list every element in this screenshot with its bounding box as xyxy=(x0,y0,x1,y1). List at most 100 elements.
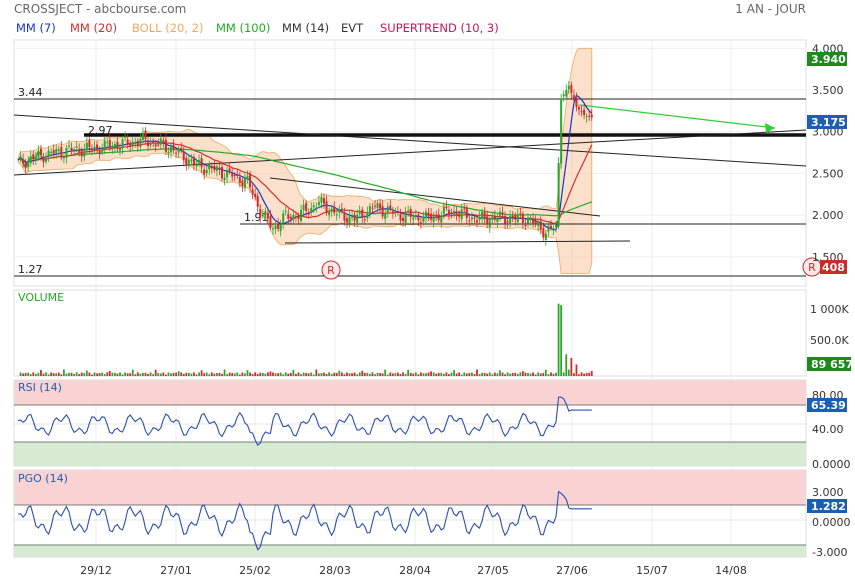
candle-body xyxy=(22,158,25,164)
volume-bar xyxy=(139,373,142,376)
price-tick-label: 2.000 xyxy=(812,209,844,222)
rsi-overbought-zone xyxy=(14,380,806,405)
legend-mm20[interactable]: MM (20) xyxy=(70,21,117,35)
candle-body xyxy=(55,149,58,154)
candle-body xyxy=(152,141,155,143)
candle-body xyxy=(180,147,183,150)
candle-body xyxy=(386,206,389,213)
volume-bar xyxy=(292,369,295,376)
volume-bar xyxy=(488,372,491,376)
volume-bar xyxy=(588,372,591,376)
candle-body xyxy=(549,225,552,228)
volume-bar xyxy=(506,372,509,376)
candle-body xyxy=(279,224,282,232)
volume-bar xyxy=(63,369,65,376)
bollinger-band xyxy=(17,47,593,274)
volume-bar xyxy=(129,373,132,376)
r-marker-1[interactable]: R xyxy=(321,260,341,280)
volume-bar xyxy=(430,371,432,376)
volume-bar xyxy=(37,372,40,376)
candle-body xyxy=(277,223,280,229)
candle-body xyxy=(37,151,40,158)
candle-body xyxy=(340,208,343,211)
volume-bar xyxy=(274,373,277,376)
candle-body xyxy=(389,205,392,209)
candle-body xyxy=(254,193,257,198)
volume-bar xyxy=(19,372,22,376)
volume-bar xyxy=(114,372,116,376)
volume-bar xyxy=(134,374,137,376)
volume-bar xyxy=(460,374,463,376)
volume-bar xyxy=(493,372,496,376)
candle-body xyxy=(320,197,323,203)
projection-line[interactable] xyxy=(579,104,776,129)
volume-bar xyxy=(448,374,450,376)
volume-bar xyxy=(544,369,547,376)
volume-bar xyxy=(499,370,501,376)
volume-bar xyxy=(256,373,259,376)
candle-body xyxy=(175,152,178,154)
x-tick-label: 29/12 xyxy=(80,564,112,577)
candle-body xyxy=(442,206,445,214)
volume-bar xyxy=(420,372,422,376)
candle-body xyxy=(361,209,364,218)
volume-bar xyxy=(514,372,517,376)
volume-bar xyxy=(583,373,585,376)
volume-bar xyxy=(284,372,287,376)
volume-bar xyxy=(195,374,198,376)
candle-body xyxy=(407,210,410,213)
candle-body xyxy=(486,216,489,225)
volume-bar xyxy=(111,372,114,376)
volume-bar xyxy=(486,373,489,376)
legend-mm14[interactable]: MM (14) xyxy=(282,21,329,35)
period-label[interactable]: 1 AN - JOUR xyxy=(735,2,806,16)
legend-boll[interactable]: BOLL (20, 2) xyxy=(132,21,203,35)
volume-bar xyxy=(371,372,374,376)
candle-body xyxy=(555,224,558,228)
volume-bar xyxy=(312,374,315,376)
candle-body xyxy=(287,213,290,219)
volume-bar xyxy=(539,373,542,376)
candle-body xyxy=(435,215,438,217)
volume-bar xyxy=(386,374,389,376)
candle-body xyxy=(113,144,116,148)
candle-body xyxy=(98,150,101,154)
candle-body xyxy=(379,203,382,209)
legend-evt[interactable]: EVT xyxy=(341,21,364,35)
volume-bar xyxy=(552,373,555,376)
volume-bar xyxy=(422,373,425,376)
chart-title: CROSSJECT - abcbourse.com xyxy=(14,2,186,16)
candle-body xyxy=(585,115,588,117)
candle-body xyxy=(221,167,223,179)
candle-body xyxy=(402,218,405,222)
volume-bar xyxy=(289,372,292,376)
candle-body xyxy=(39,148,42,156)
volume-bar xyxy=(246,370,249,376)
volume-bar xyxy=(205,372,208,376)
volume-bar xyxy=(468,373,471,376)
volume-bar xyxy=(361,370,364,376)
volume-bar xyxy=(29,374,32,376)
legend-mm100[interactable]: MM (100) xyxy=(216,21,270,35)
volume-bar xyxy=(425,373,427,376)
volume-bar xyxy=(560,305,563,376)
volume-bar xyxy=(522,371,524,376)
legend-mm7[interactable]: MM (7) xyxy=(16,21,56,35)
volume-bar xyxy=(320,373,323,376)
level-lines: 3.44 2.97 1.91 1.27 xyxy=(14,86,806,277)
candle-body xyxy=(65,147,68,158)
legend-supertrend[interactable]: SUPERTREND (10, 3) xyxy=(380,21,499,35)
volume-bar xyxy=(175,372,177,376)
candle-body xyxy=(345,218,348,223)
candle-body xyxy=(348,216,351,224)
volume-bar xyxy=(351,373,353,376)
volume-bar xyxy=(325,374,328,376)
volume-bar xyxy=(590,370,593,376)
candle-body xyxy=(580,110,583,113)
volume-bar xyxy=(106,372,109,376)
volume-bar xyxy=(172,373,175,376)
volume-bar xyxy=(343,374,346,376)
candle-body xyxy=(80,150,83,157)
candle-body xyxy=(483,211,486,219)
volume-bar xyxy=(529,373,532,376)
